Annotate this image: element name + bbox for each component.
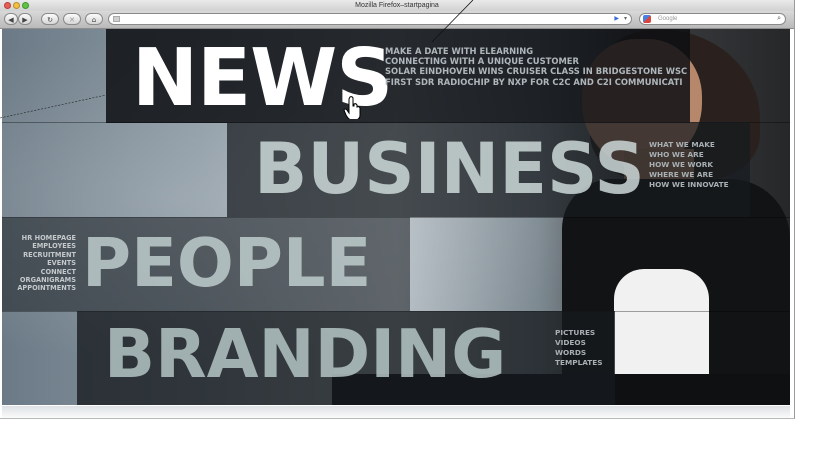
business-heading-link[interactable]: BUSINESS — [254, 134, 645, 204]
news-item[interactable]: MAKE A DATE WITH ELEARNING — [385, 46, 687, 56]
home-icon: ⌂ — [91, 16, 97, 24]
news-list: MAKE A DATE WITH ELEARNING CONNECTING WI… — [385, 46, 687, 87]
window-title: Mozilla Firefox–startpagina — [355, 2, 439, 9]
title-bar: Mozilla Firefox–startpagina — [0, 0, 794, 11]
people-item[interactable]: EMPLOYEES — [6, 242, 76, 250]
branding-list: PICTURES VIDEOS WORDS TEMPLATES — [555, 328, 603, 368]
business-list: WHAT WE MAKE WHO WE ARE HOW WE WORK WHER… — [649, 140, 729, 190]
forward-icon: ▶ — [22, 16, 28, 24]
business-item[interactable]: HOW WE WORK — [649, 160, 729, 170]
google-engine-icon[interactable] — [643, 15, 651, 23]
branding-item[interactable]: TEMPLATES — [555, 358, 603, 368]
back-icon: ◀ — [8, 16, 14, 24]
news-item[interactable]: FIRST SDR RADIOCHIP BY NXP FOR C2C AND C… — [385, 77, 687, 87]
stop-button[interactable]: ✕ — [63, 13, 81, 25]
people-item[interactable]: HR HOMEPAGE — [6, 234, 76, 242]
site-favicon — [113, 16, 120, 22]
business-item[interactable]: WHAT WE MAKE — [649, 140, 729, 150]
page-content: NEWS MAKE A DATE WITH ELEARNING CONNECTI… — [2, 29, 790, 405]
navigation-toolbar: ◀ ▶ ↻ ✕ ⌂ ▶ ▾ Google ⌕ — [0, 11, 794, 29]
branding-item[interactable]: WORDS — [555, 348, 603, 358]
people-item[interactable]: ORGANIGRAMS — [6, 276, 76, 284]
news-item[interactable]: SOLAR EINDHOVEN WINS CRUISER CLASS IN BR… — [385, 66, 687, 76]
people-item[interactable]: CONNECT — [6, 268, 76, 276]
people-item[interactable]: APPOINTMENTS — [6, 284, 76, 292]
hand-cursor-icon — [343, 96, 361, 119]
branding-heading-link[interactable]: BRANDING — [104, 321, 506, 388]
browser-window: Mozilla Firefox–startpagina ◀ ▶ ↻ ✕ ⌂ ▶ … — [0, 0, 795, 419]
branding-item[interactable]: VIDEOS — [555, 338, 603, 348]
back-button[interactable]: ◀ — [4, 13, 18, 25]
search-icon[interactable]: ⌕ — [777, 14, 781, 24]
forward-button[interactable]: ▶ — [18, 13, 32, 25]
people-item[interactable]: RECRUITMENT — [6, 251, 76, 259]
branding-item[interactable]: PICTURES — [555, 328, 603, 338]
go-icon[interactable]: ▶ — [614, 15, 619, 22]
search-placeholder: Google — [658, 16, 678, 22]
page-reflection — [2, 406, 790, 418]
people-heading-link[interactable]: PEOPLE — [82, 230, 371, 297]
people-list: HR HOMEPAGE EMPLOYEES RECRUITMENT EVENTS… — [6, 234, 76, 293]
chevron-down-icon[interactable]: ▾ — [624, 15, 627, 22]
people-item[interactable]: EVENTS — [6, 259, 76, 267]
address-bar[interactable]: ▶ ▾ — [108, 13, 632, 25]
news-item[interactable]: CONNECTING WITH A UNIQUE CUSTOMER — [385, 56, 687, 66]
business-item[interactable]: HOW WE INNOVATE — [649, 180, 729, 190]
home-button[interactable]: ⌂ — [85, 13, 103, 25]
business-item[interactable]: WHERE WE ARE — [649, 170, 729, 180]
business-item[interactable]: WHO WE ARE — [649, 150, 729, 160]
reload-button[interactable]: ↻ — [41, 13, 59, 25]
reload-icon: ↻ — [47, 16, 53, 24]
search-input[interactable]: Google ⌕ — [639, 13, 786, 25]
stop-icon: ✕ — [69, 16, 75, 24]
